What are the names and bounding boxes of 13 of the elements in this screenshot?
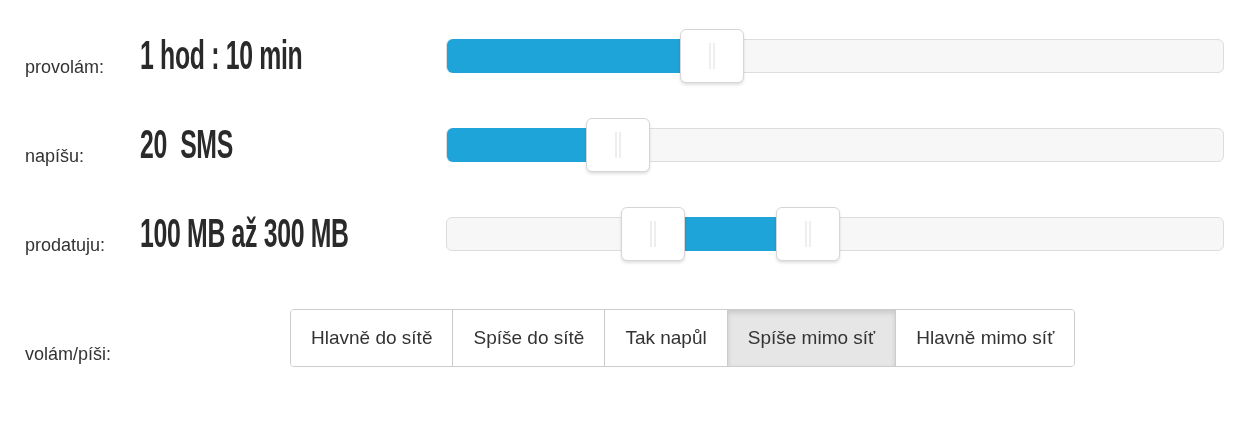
value-readout: 100 MB až 300 MB: [140, 211, 349, 256]
field-label: napíšu:: [24, 146, 86, 167]
value-readout: 1 hod : 10 min: [140, 33, 303, 78]
slider-track[interactable]: [446, 127, 1224, 162]
slider-handle[interactable]: [680, 28, 745, 83]
value-readout: 20 SMS: [140, 122, 233, 167]
slider-track[interactable]: [446, 38, 1224, 73]
slider-handle[interactable]: [585, 117, 650, 172]
segment-button[interactable]: Hlavně mimo síť: [895, 309, 1075, 366]
segment-button[interactable]: Spíše mimo síť: [726, 309, 896, 366]
field-label: provolám:: [24, 57, 106, 78]
field-label: prodatuju:: [24, 235, 107, 256]
field-label: volám/píši:: [24, 344, 113, 365]
